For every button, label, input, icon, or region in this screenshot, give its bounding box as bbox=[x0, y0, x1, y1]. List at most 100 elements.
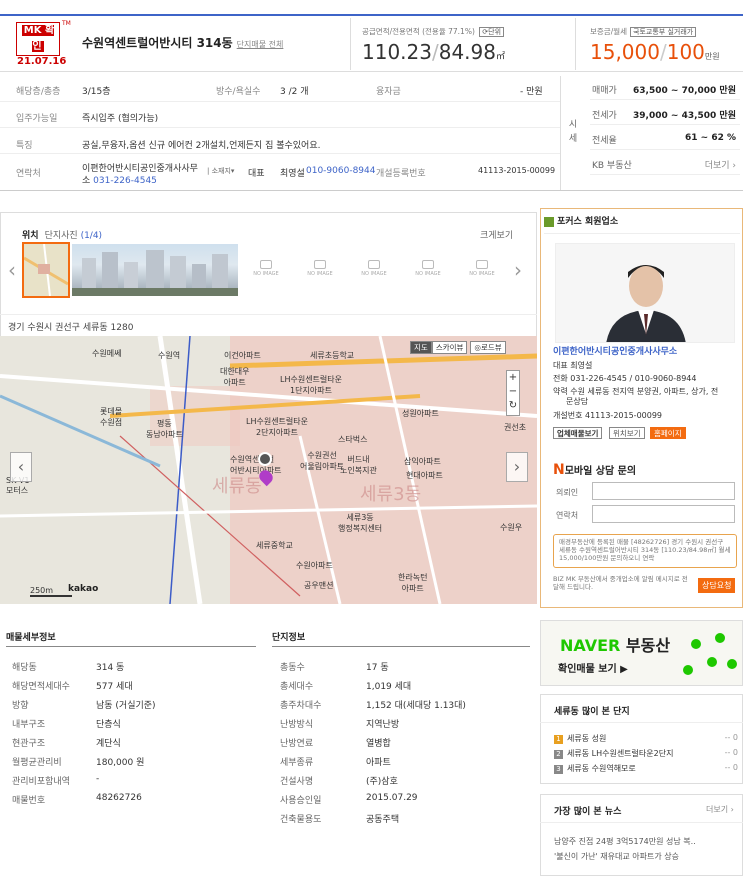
news-item[interactable]: 남양주 진접 24평 3억5174만원 성남 복.. bbox=[554, 836, 738, 847]
popular-item[interactable]: 3 세류동 수원역해모로 -- 0 bbox=[554, 763, 738, 774]
map-label: 공우맨션 bbox=[304, 581, 334, 590]
rep-phone[interactable]: 010-9060-8944 bbox=[306, 166, 375, 176]
agent-homepage-button[interactable]: 홈페이지 bbox=[650, 427, 686, 439]
popular-item[interactable]: 2 세류동 LH수원센트럴타운2단지 -- 0 bbox=[554, 748, 738, 759]
news-item[interactable]: '불신이 가난' 재유대교 아파트가 상승 bbox=[554, 851, 738, 862]
detail-key: 월평균관리비 bbox=[12, 758, 62, 768]
agent-name[interactable]: 이편한어반시티공인중개사사무소 bbox=[553, 344, 677, 357]
detail-value: 180,000 원 bbox=[96, 758, 145, 768]
popular-item-value: -- 0 bbox=[724, 748, 738, 757]
client-name-label: 의뢰인 bbox=[556, 488, 579, 497]
no-image-thumb[interactable]: NO IMAGE bbox=[460, 244, 504, 296]
detail-row: 현관구조 계단식 bbox=[12, 736, 252, 750]
sise-row: KB 부동산 더보기 › bbox=[590, 152, 740, 175]
detail-key: 매물번호 bbox=[12, 796, 46, 806]
map-canvas[interactable]: 수원메쎄 수원역 이건아파트 세류초등학교 대한대우 아파트 LH수원센트럴타운… bbox=[0, 336, 537, 604]
reg-label: 개설등록번호 bbox=[376, 169, 426, 179]
complex-value: 공동주택 bbox=[366, 815, 400, 825]
popular-item-value: -- 0 bbox=[724, 763, 738, 772]
reset-icon[interactable]: ↻ bbox=[507, 399, 519, 413]
map-label: 이건아파트 bbox=[224, 351, 261, 360]
detail-row: 월평균관리비 180,000 원 bbox=[12, 755, 252, 769]
unit-toggle-button[interactable]: ⟳단위 bbox=[479, 27, 505, 37]
zoom-in-button[interactable]: + bbox=[507, 371, 519, 385]
no-image-thumb[interactable]: NO IMAGE bbox=[406, 244, 450, 296]
trademark-mark: TM bbox=[62, 20, 71, 27]
divider bbox=[0, 314, 537, 315]
agent-reg: 개설번호 41113-2015-00099 bbox=[553, 411, 663, 420]
agent-listings-button[interactable]: 업체매물보기 bbox=[553, 427, 603, 439]
map-pin-icon[interactable] bbox=[258, 452, 272, 466]
complex-value: 2015.07.29 bbox=[366, 793, 418, 803]
complex-key: 사용승인일 bbox=[280, 796, 322, 806]
floor-label: 해당층/총층 bbox=[16, 87, 61, 97]
loan-label: 융자금 bbox=[376, 87, 401, 97]
no-image-thumb[interactable]: NO IMAGE bbox=[298, 244, 342, 296]
complex-listings-link[interactable]: 단지매물 전체 bbox=[237, 40, 284, 49]
play-icon: ▶ bbox=[620, 664, 628, 675]
complex-key: 세부종류 bbox=[280, 758, 314, 768]
map-label: 수원아파트 bbox=[296, 561, 333, 570]
agency-phone[interactable]: 031-226-4545 bbox=[93, 176, 157, 186]
sise-row-label: 전세가 bbox=[592, 111, 617, 121]
map-next-button[interactable]: › bbox=[506, 452, 528, 482]
skyview-button[interactable]: 스카이뷰 bbox=[431, 341, 468, 354]
enlarge-link[interactable]: 크게보기 bbox=[480, 228, 513, 241]
real-price-button[interactable]: 국토교통부 실거래가 bbox=[630, 27, 697, 37]
client-contact-input[interactable] bbox=[592, 505, 735, 523]
map-view-button[interactable]: 지도 bbox=[410, 341, 432, 354]
popular-complexes-title: 세류동 많이 본 단지 bbox=[554, 707, 630, 717]
complex-row: 난방연료 열병합 bbox=[280, 736, 530, 750]
detail-key: 내부구조 bbox=[12, 720, 46, 730]
location-dropdown[interactable]: | 소재지▾ bbox=[207, 166, 234, 176]
news-title: 가장 많이 본 뉴스 bbox=[554, 807, 622, 817]
deposit-label: 보증금/월세 국토교통부 실거래가 bbox=[590, 26, 697, 37]
consult-message[interactable]: 매경부동산에 등록된 매물 [48262726] 경기 수원시 권선구 세류동 … bbox=[553, 534, 737, 568]
divider bbox=[272, 646, 530, 647]
agent-location-button[interactable]: 위치보기 bbox=[609, 427, 645, 439]
detail-value: 계단식 bbox=[96, 739, 121, 749]
chevron-down-icon: ▾ bbox=[230, 167, 235, 175]
map-label: 스타벅스 bbox=[338, 435, 368, 444]
tab-location[interactable]: 위치 bbox=[22, 231, 39, 241]
map-prev-button[interactable]: ‹ bbox=[10, 452, 32, 482]
no-image-thumb[interactable]: NO IMAGE bbox=[352, 244, 396, 296]
sise-row-label: 매매가 bbox=[592, 86, 617, 96]
complex-value: 지역난방 bbox=[366, 720, 400, 730]
agent-desc-cont: 문상담 bbox=[566, 397, 589, 406]
next-arrow-icon[interactable]: › bbox=[514, 258, 522, 282]
news-more-link[interactable]: 더보기 › bbox=[706, 804, 734, 815]
detail-row: 관리비포함내역 - bbox=[12, 774, 252, 788]
divider bbox=[6, 646, 256, 647]
client-name-input[interactable] bbox=[592, 482, 735, 500]
popular-item[interactable]: 1 세류동 성원 -- 0 bbox=[554, 733, 738, 744]
camera-icon bbox=[368, 260, 380, 269]
map-label: LH수원센트럴타운 1단지아파트 bbox=[280, 375, 342, 395]
map-scale: 250m bbox=[30, 586, 72, 597]
feature-value: 공실,무융자,옵션 신규 에어컨 2개설치,언제든지 집 볼수있어요. bbox=[82, 141, 321, 151]
consult-notice: BIZ MK 부동산에서 중개업소에 알림 메시지로 전달해 드립니다. bbox=[553, 575, 688, 591]
popular-item-name: 세류동 성원 bbox=[567, 734, 607, 743]
complex-photo[interactable] bbox=[72, 244, 238, 296]
detail-key: 현관구조 bbox=[12, 739, 46, 749]
mk-verified-badge: MK 확인 21.07.16 bbox=[16, 22, 66, 67]
camera-icon bbox=[314, 260, 326, 269]
complex-key: 총주차대수 bbox=[280, 701, 322, 711]
map-tabs: 위치 단지사진 (1/4) bbox=[22, 228, 102, 241]
consult-request-button[interactable]: 상담요청 bbox=[698, 578, 736, 593]
rank-badge: 2 bbox=[554, 750, 563, 759]
prev-arrow-icon[interactable]: ‹ bbox=[8, 258, 16, 282]
map-thumbnail[interactable] bbox=[22, 242, 70, 298]
agent-tel: 전화 031-226-4545 / 010-9060-8944 bbox=[553, 374, 697, 383]
zoom-out-button[interactable]: − bbox=[507, 385, 519, 399]
sise-row-value[interactable]: 더보기 › bbox=[705, 158, 736, 171]
naver-verified-link[interactable]: 확인매물 보기 ▶ bbox=[558, 660, 628, 675]
complex-key: 건설사명 bbox=[280, 777, 314, 787]
map-label: 한라녹턴 아파트 bbox=[398, 573, 428, 593]
roadview-button[interactable]: ◎로드뷰 bbox=[470, 341, 506, 354]
divider bbox=[560, 76, 561, 190]
map-label: 세류초등학교 bbox=[310, 351, 355, 360]
complex-row: 난방방식 지역난방 bbox=[280, 717, 530, 731]
tab-photos[interactable]: 단지사진 (1/4) bbox=[45, 231, 103, 241]
no-image-thumb[interactable]: NO IMAGE bbox=[244, 244, 288, 296]
